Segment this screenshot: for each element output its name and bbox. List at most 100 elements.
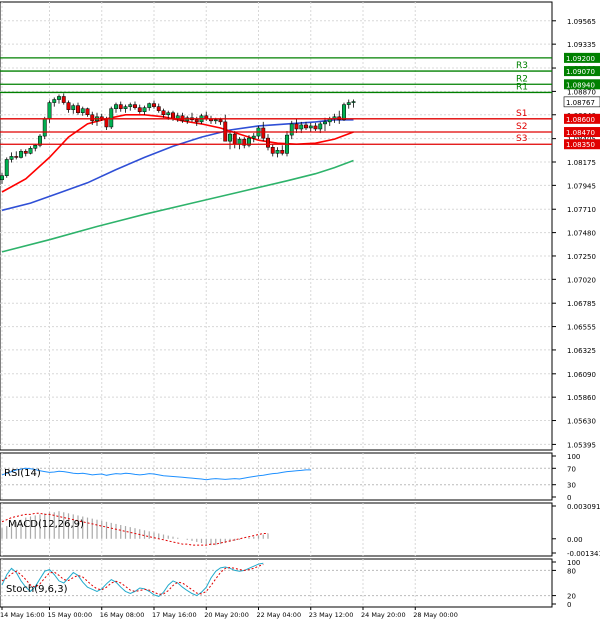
candle-body [9, 156, 14, 160]
candle-body [270, 147, 275, 154]
time-tick-label: 17 May 16:00 [152, 611, 197, 619]
candle [109, 106, 114, 129]
candle-body [152, 103, 156, 107]
stoch-label: Stoch(9,6,3) [6, 584, 68, 595]
price-tick-label: 1.09335 [567, 41, 596, 49]
rsi-pane: 100 70 30 0 RSI(14) [0, 452, 580, 502]
price-tick-label: 1.06090 [567, 371, 596, 379]
level-price-tag-text: 1.08940 [566, 81, 595, 89]
level-label-r3: R3 [516, 61, 528, 71]
level-label-s1: S1 [516, 109, 527, 119]
candle-body [104, 118, 109, 128]
candle-body [213, 119, 218, 122]
candle-body [4, 159, 9, 176]
level-price-tag-text: 1.08350 [566, 141, 595, 149]
candle-body [161, 110, 166, 116]
candle-body [266, 137, 270, 148]
price-tick-label: 1.08870 [567, 88, 596, 96]
candle-body [61, 96, 66, 103]
macd-label: MACD(12,26,9) [8, 519, 84, 530]
candle-body [147, 103, 152, 108]
indicator-tick-label: -0.001341 [567, 550, 600, 558]
candle-body [313, 125, 318, 130]
candle-body [351, 101, 356, 103]
candle [342, 102, 346, 121]
level-price-tag-text: 1.08600 [566, 116, 595, 124]
time-tick-label: 14 May 16:00 [0, 611, 45, 619]
candle-body [52, 99, 57, 103]
time-tick-label: 16 May 08:00 [100, 611, 145, 619]
price-tick-label: 1.05395 [567, 441, 596, 449]
indicator-tick-label: 80 [567, 567, 576, 575]
candle-body [118, 104, 123, 109]
candle-body [275, 150, 280, 154]
rsi-plot-area [0, 452, 553, 501]
price-tick-label: 1.07945 [567, 182, 596, 190]
price-tick-label: 1.06325 [567, 347, 596, 355]
indicator-tick-label: 0.00 [567, 536, 583, 544]
candle-body [33, 144, 38, 149]
candle-body [14, 156, 19, 158]
candle-body [323, 121, 327, 125]
candle-body [128, 104, 133, 107]
time-tick-label: 28 May 00:00 [413, 611, 458, 619]
price-tick-label: 1.07250 [567, 253, 596, 261]
candle-body [218, 119, 223, 123]
candle-body [76, 105, 80, 113]
candle-body [114, 104, 118, 109]
price-chart: 1.095651.093351.091001.088701.086401.084… [0, 1, 600, 619]
candle-body [194, 119, 199, 123]
candle [4, 157, 9, 178]
candle-body [318, 123, 323, 130]
price-tick-label: 1.07480 [567, 230, 596, 238]
time-tick-label: 24 May 20:00 [361, 611, 406, 619]
candle-body [57, 96, 61, 100]
rsi-label: RSI(14) [4, 468, 41, 479]
price-tick-label: 1.06785 [567, 300, 596, 308]
candle-body [166, 112, 171, 116]
candle-body [346, 102, 351, 105]
candle-body [289, 123, 294, 136]
candle-body [137, 107, 142, 112]
candle-body [66, 102, 71, 110]
macd-pane: 0.003091 0.00 -0.001341 MACD(12,26,9) [0, 502, 600, 558]
candle-body [80, 108, 85, 113]
price-tick-label: 1.07710 [567, 206, 596, 214]
candle-body [156, 106, 161, 111]
candle-body [228, 133, 232, 142]
indicator-tick-label: 0 [567, 601, 571, 609]
candle-body [47, 102, 52, 120]
candle [42, 116, 47, 140]
indicator-tick-label: 70 [567, 465, 576, 473]
candle-body [109, 108, 114, 128]
indicator-tick-label: 100 [567, 453, 580, 461]
candle-body [133, 104, 137, 108]
candle-body [42, 118, 47, 137]
price-tick-label: 1.05860 [567, 394, 596, 402]
price-tick-label: 1.08175 [567, 159, 596, 167]
level-label-s2: S2 [516, 122, 527, 132]
stoch-plot-area [0, 558, 553, 608]
indicator-tick-label: 100 [567, 559, 580, 567]
candle-body [123, 106, 128, 109]
candle-body [23, 151, 28, 154]
indicator-tick-label: 0.003091 [567, 503, 600, 511]
candle-body [237, 138, 242, 145]
time-axis: 14 May 16:00 15 May 00:00 16 May 08:00 17 M… [0, 607, 458, 619]
candle-body [280, 150, 285, 154]
candle-body [90, 114, 95, 122]
time-tick-label: 20 May 20:00 [204, 611, 249, 619]
indicator-tick-label: 30 [567, 482, 576, 490]
candle-body [304, 124, 308, 129]
level-price-tag-text: 1.09070 [566, 68, 595, 76]
main-price-pane: 1.095651.093351.091001.088701.086401.084… [0, 1, 600, 451]
price-tick-label: 1.07020 [567, 276, 596, 284]
level-price-tag-text: 1.09200 [566, 55, 595, 63]
candle-body [171, 112, 175, 120]
main-plot-area [0, 1, 553, 451]
candle-body [85, 108, 90, 116]
time-tick-label: 22 May 04:00 [257, 611, 302, 619]
candle-body [294, 123, 299, 130]
candle-body [232, 133, 237, 145]
candle-body [0, 175, 4, 181]
